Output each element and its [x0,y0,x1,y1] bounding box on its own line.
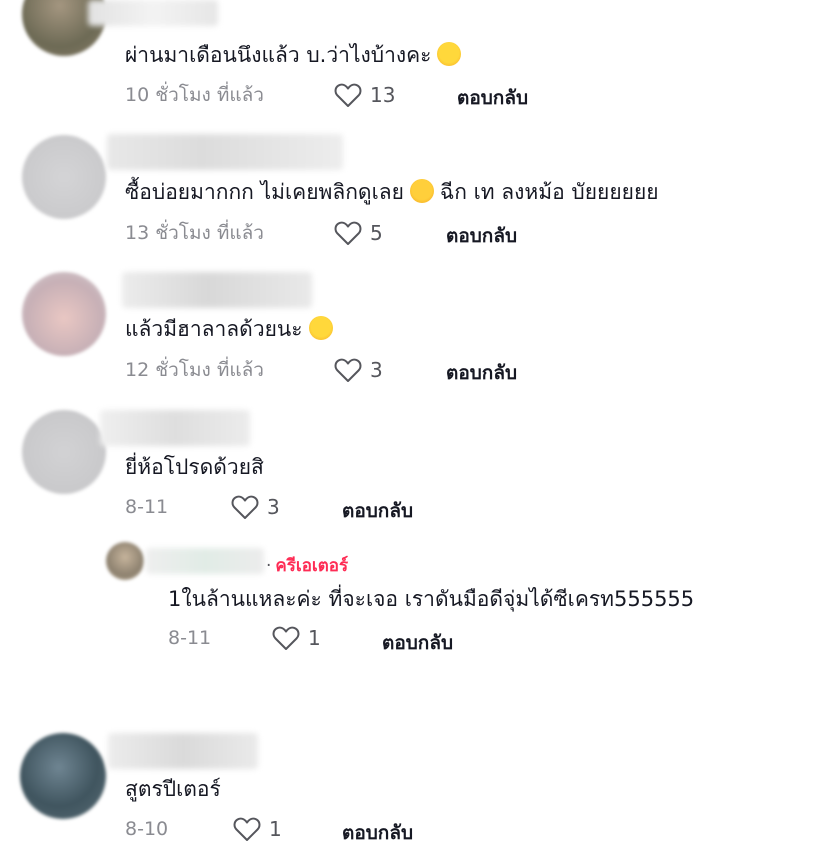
comment-text: สูตรปีเตอร์ [125,777,221,801]
username-blurred[interactable] [122,272,312,308]
avatar[interactable] [20,733,106,819]
like-count: 1 [308,626,321,650]
avatar[interactable] [106,542,144,580]
reply-time: 8-11 [168,627,212,649]
reply-text: 1ในล้านแหละค่ะ ที่จะเจอ เราดันมือดีจุ่มไ… [168,587,695,611]
like-button[interactable]: 3 [334,357,383,383]
like-count: 1 [269,817,282,841]
heart-icon [231,495,259,519]
like-count: 5 [370,221,383,245]
comment-time: 13 ชั่วโมง ที่แล้ว [125,222,264,244]
reply-button[interactable]: ตอบกลับ [457,83,528,113]
like-button[interactable]: 13 [334,82,395,108]
heart-icon [334,221,362,245]
grinning-sweat-emoji [308,316,333,340]
comment-time: 8-11 [125,496,169,518]
reply-button[interactable]: ตอบกลับ [446,358,517,388]
comment-text: ยี่ห้อโปรดด้วยสิ [125,455,264,479]
tears-of-joy-emoji [437,42,462,66]
reply-button[interactable]: ตอบกลับ [446,221,517,251]
heart-icon [233,817,261,841]
heart-icon [334,83,362,107]
like-count: 3 [267,495,280,519]
heart-icon [272,626,300,650]
like-button[interactable]: 1 [233,816,282,842]
username-blurred[interactable] [107,134,343,170]
like-button[interactable]: 1 [272,625,321,651]
flushed-face-emoji [409,179,434,203]
comment-time: 12 ชั่วโมง ที่แล้ว [125,359,264,381]
like-count: 3 [370,358,383,382]
comment-text: แล้วมีฮาลาลด้วยนะ [125,315,339,343]
like-button[interactable]: 5 [334,220,383,246]
like-count: 13 [370,83,396,107]
comment-time: 10 ชั่วโมง ที่แล้ว [125,84,264,106]
avatar[interactable] [22,410,106,494]
heart-icon [334,358,362,382]
username-blurred[interactable] [108,733,258,769]
comment-time: 8-10 [125,818,169,840]
comment-text: ผ่านมาเดือนนึงแล้ว บ.ว่าไงบ้างคะ [125,41,467,69]
username-blurred[interactable] [146,548,264,574]
reply-button[interactable]: ตอบกลับ [342,496,413,526]
comment-text: ซื้อบ่อยมากกก ไม่เคยพลิกดูเลย ฉีก เท ลงหม… [125,179,659,204]
username-blurred[interactable] [88,0,218,26]
avatar[interactable] [22,135,106,219]
creator-badge: · ครีเอเตอร์ [266,556,349,576]
like-button[interactable]: 3 [231,494,280,520]
username-blurred[interactable] [100,410,250,446]
reply-button[interactable]: ตอบกลับ [382,628,453,658]
avatar[interactable] [22,272,106,356]
reply-button[interactable]: ตอบกลับ [342,818,413,848]
